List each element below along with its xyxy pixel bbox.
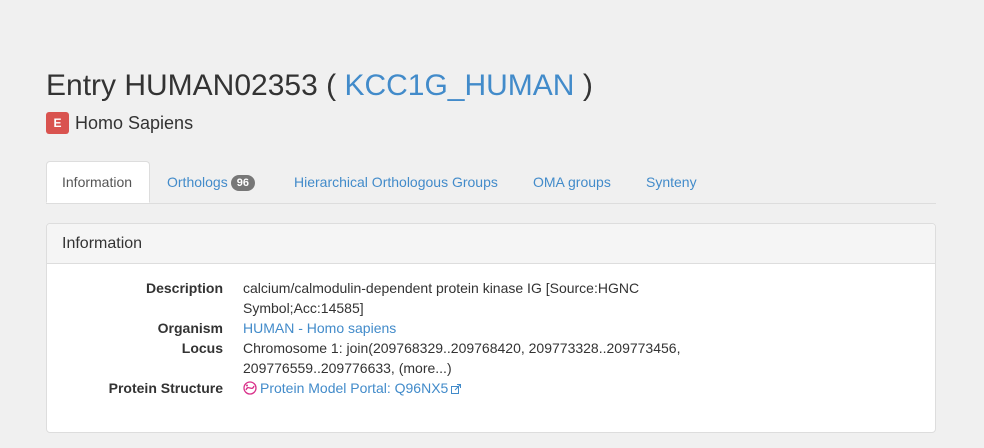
- species-name: Homo Sapiens: [75, 112, 194, 133]
- external-link-icon[interactable]: [451, 384, 462, 394]
- locus-label: Locus: [181, 340, 223, 356]
- locus-line-1: Chromosome 1: join(209768329..209768420,…: [243, 340, 681, 356]
- protein-structure-value: Protein Model Portal: Q96NX5: [243, 378, 683, 398]
- organism-label: Organism: [157, 320, 223, 336]
- description-value: calcium/calmodulin-dependent protein kin…: [243, 278, 683, 318]
- page-title: Entry HUMAN02353 ( KCC1G_HUMAN ): [46, 66, 593, 106]
- tab-bar: Information Orthologs 96 Hierarchical Ort…: [46, 161, 936, 204]
- locus-line-2: 209776559..209776633, (more...): [243, 358, 683, 378]
- tab-hogs-label: Hierarchical Orthologous Groups: [294, 174, 498, 190]
- tab-orthologs[interactable]: Orthologs 96: [167, 161, 255, 202]
- protein-structure-label: Protein Structure: [108, 380, 223, 396]
- tab-synteny-label: Synteny: [646, 174, 697, 190]
- description-label: Description: [145, 280, 223, 296]
- tab-oma-groups[interactable]: OMA groups: [533, 161, 611, 202]
- orthologs-count-badge: 96: [230, 175, 255, 191]
- organism-link[interactable]: HUMAN - Homo sapiens: [243, 320, 396, 336]
- entry-id-link[interactable]: KCC1G_HUMAN: [344, 69, 574, 102]
- organism-value: HUMAN - Homo sapiens: [243, 318, 683, 338]
- tab-hierarchical-orthologous-groups[interactable]: Hierarchical Orthologous Groups: [294, 161, 498, 202]
- protein-model-portal-link[interactable]: Protein Model Portal: Q96NX5: [260, 380, 448, 396]
- tab-information-label: Information: [62, 174, 133, 190]
- domain-badge: E: [46, 112, 69, 134]
- tab-information[interactable]: Information: [46, 161, 150, 203]
- species-line: E Homo Sapiens: [46, 111, 193, 135]
- tab-orthologs-label: Orthologs: [167, 174, 228, 190]
- title-suffix: ): [574, 69, 593, 102]
- description-line-2: Symbol;Acc:14585]: [243, 300, 364, 316]
- title-prefix: Entry HUMAN02353 (: [46, 69, 345, 102]
- description-line-1: calcium/calmodulin-dependent protein kin…: [243, 280, 640, 296]
- locus-value: Chromosome 1: join(209768329..209768420,…: [243, 338, 683, 378]
- tab-oma-groups-label: OMA groups: [533, 174, 611, 190]
- protein-model-portal-icon: [243, 381, 257, 395]
- information-panel: Information Description calcium/calmodul…: [46, 223, 936, 433]
- locus-line-2-text: 209776559..209776633,: [243, 360, 399, 376]
- locus-more-toggle[interactable]: (more...): [399, 360, 452, 376]
- panel-heading: Information: [47, 224, 935, 264]
- tab-synteny[interactable]: Synteny: [646, 161, 697, 202]
